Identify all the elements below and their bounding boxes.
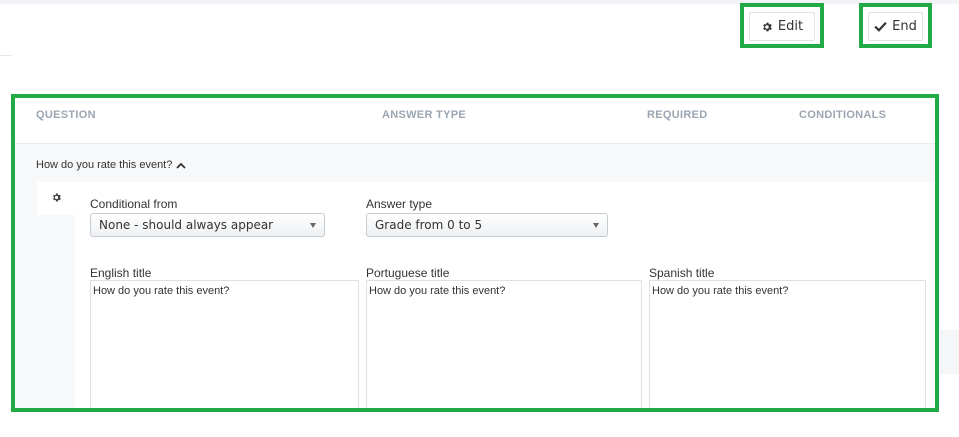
background-strip <box>940 330 959 374</box>
highlight-edit <box>740 3 824 48</box>
highlight-question-panel <box>11 94 939 412</box>
left-divider <box>0 55 12 56</box>
highlight-end <box>859 3 932 48</box>
